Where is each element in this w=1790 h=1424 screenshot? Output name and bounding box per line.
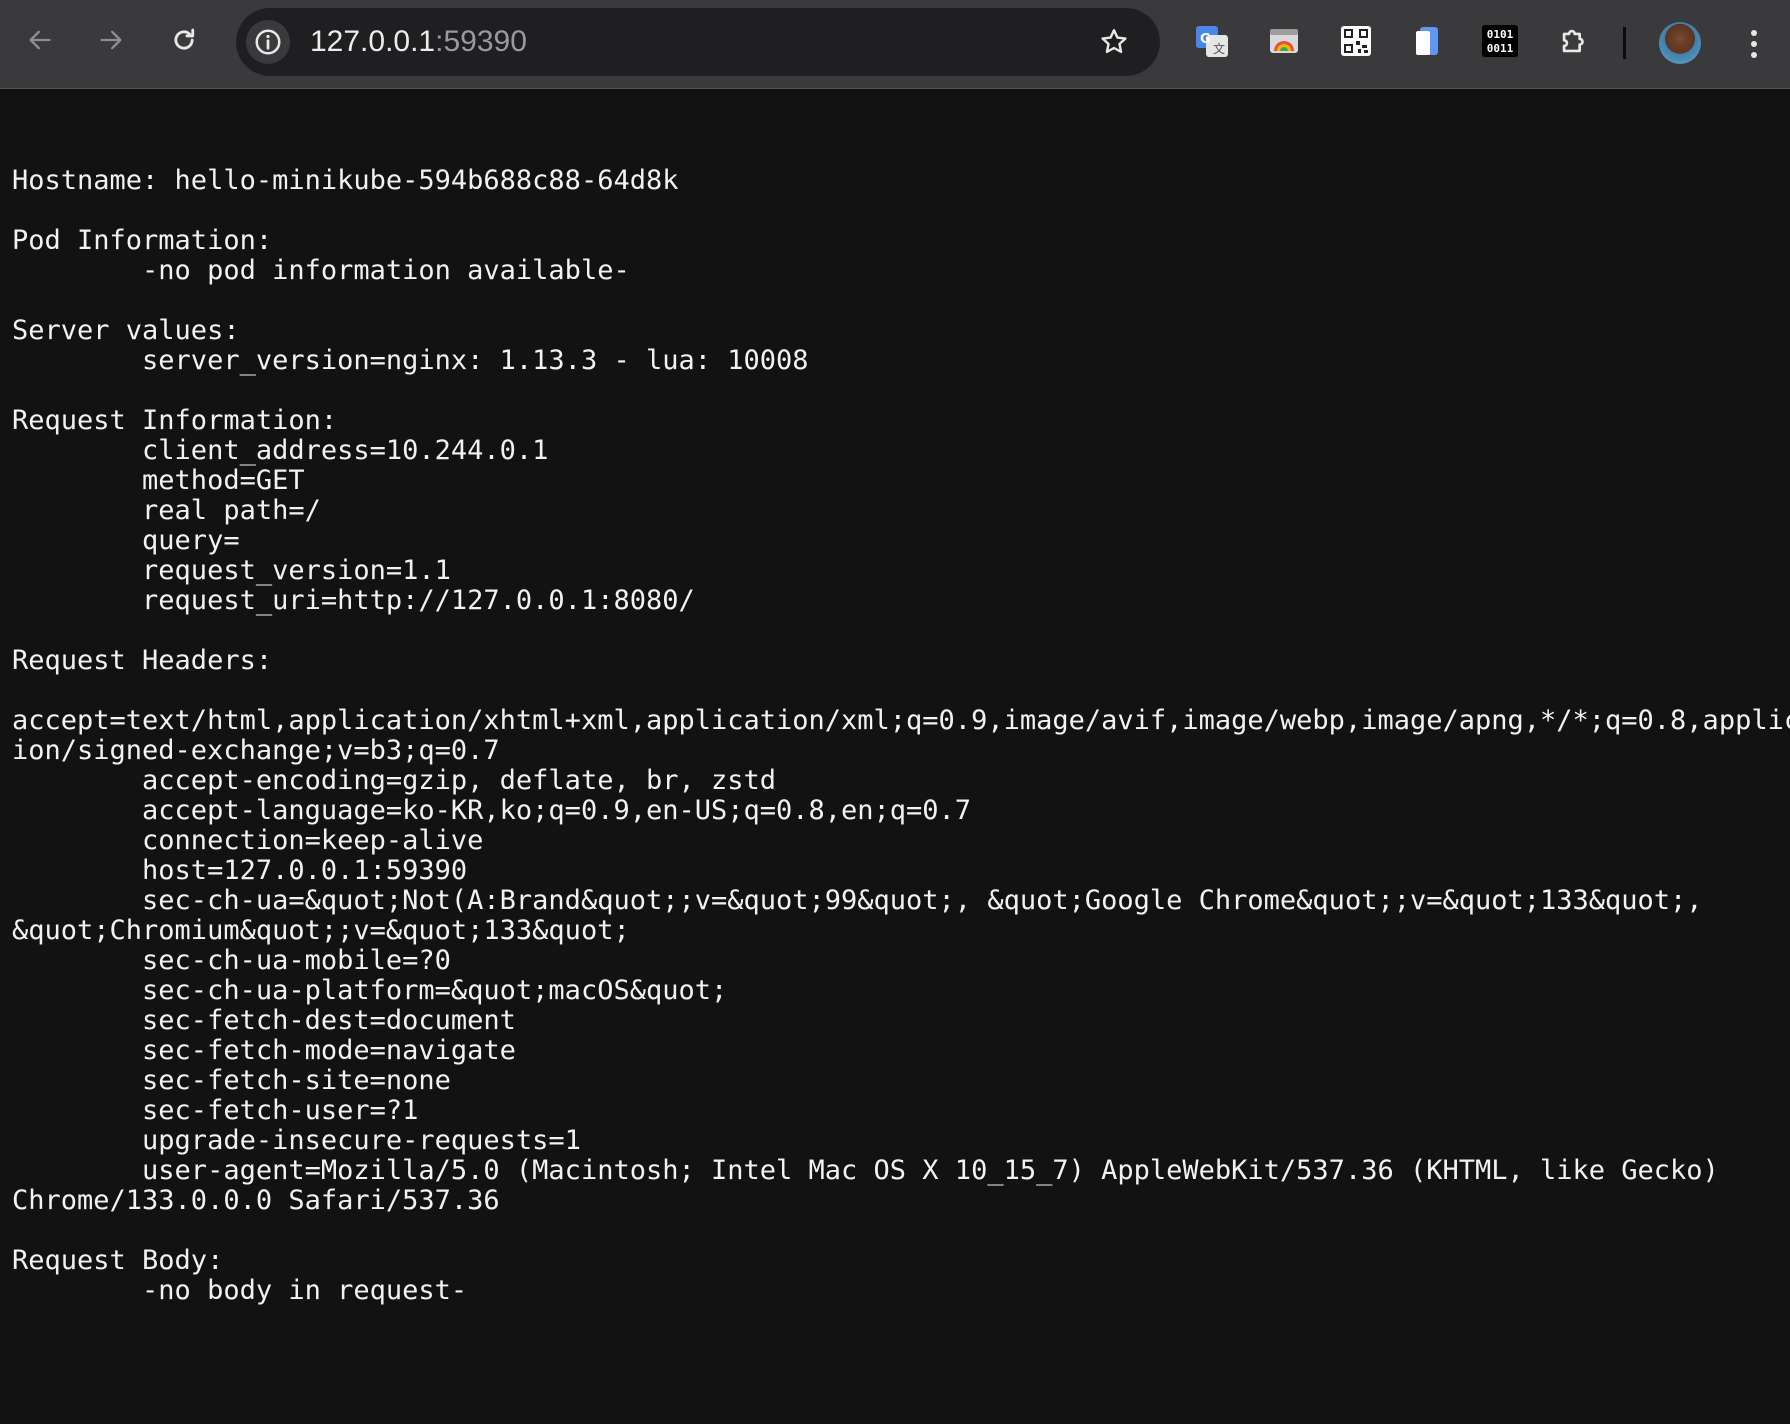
mobile-view-icon [1416,27,1438,55]
dot-icon [1751,52,1757,58]
output-line: sec-fetch-user=?1 [12,1095,419,1126]
output-line: method=GET [12,465,305,496]
output-line: Hostname: hello-minikube-594b688c88-64d8… [12,165,679,196]
svg-text:文: 文 [1213,41,1225,56]
output-line: client_address=10.244.0.1 [12,435,549,466]
site-info-button[interactable] [246,20,290,64]
svg-text:G: G [1200,32,1211,47]
back-button[interactable] [20,20,60,60]
output-line: upgrade-insecure-requests=1 [12,1125,581,1156]
output-line: accept-language=ko-KR,ko;q=0.9,en-US;q=0… [12,795,972,826]
output-line: sec-fetch-site=none [12,1065,451,1096]
output-line: real path=/ [12,495,321,526]
output-line: sec-ch-ua=&quot;Not(A:Brand&quot;;v=&quo… [12,885,1703,916]
output-line: request_version=1.1 [12,555,451,586]
arrow-right-icon [100,30,122,50]
mobile-view-extension-button[interactable] [1410,23,1446,59]
bookmark-star-button[interactable] [1096,24,1132,60]
screenshot-extension-button[interactable] [1266,23,1302,59]
address-bar[interactable]: 127.0.0.1:59390 [236,8,1160,76]
url-port: :59390 [435,25,527,58]
dot-icon [1751,30,1757,36]
output-line: accept=text/html,application/xhtml+xml,a… [12,705,1790,736]
output-line: Request Body: [12,1245,224,1276]
output-line: ion/signed-exchange;v=b3;q=0.7 [12,735,500,766]
output-line: -no body in request- [12,1275,468,1306]
more-menu-button[interactable] [1740,24,1768,64]
extensions-menu-button[interactable] [1556,23,1592,59]
reload-button[interactable] [164,20,204,60]
binary-line-1: 0101 [1487,28,1514,41]
output-line: Request Information: [12,405,338,436]
output-line: Chrome/133.0.0.0 Safari/537.36 [12,1185,500,1216]
browser-toolbar: 127.0.0.1:59390 G 文 0101 0011 [0,0,1790,89]
binary-icon: 0101 0011 [1482,25,1518,57]
url-host: 127.0.0.1 [310,25,436,58]
profile-avatar[interactable] [1659,22,1701,64]
echo-server-output: Hostname: hello-minikube-594b688c88-64d8… [12,166,1790,1306]
output-line: query= [12,525,240,556]
output-line: server_version=nginx: 1.13.3 - lua: 1000… [12,345,809,376]
output-line: &quot;Chromium&quot;;v=&quot;133&quot; [12,915,630,946]
output-line: sec-ch-ua-platform=&quot;macOS&quot; [12,975,728,1006]
output-line: Pod Information: [12,225,273,256]
qr-code-extension-button[interactable] [1338,23,1374,59]
output-line: sec-ch-ua-mobile=?0 [12,945,451,976]
reload-icon [174,28,195,50]
forward-button[interactable] [91,20,131,60]
output-line: accept-encoding=gzip, deflate, br, zstd [12,765,777,796]
dot-icon [1751,41,1757,47]
toolbar-divider [1623,27,1626,59]
output-line: request_uri=http://127.0.0.1:8080/ [12,585,695,616]
output-line: user-agent=Mozilla/5.0 (Macintosh; Intel… [12,1155,1719,1186]
output-line: connection=keep-alive [12,825,484,856]
binary-extension-button[interactable]: 0101 0011 [1482,23,1518,59]
translate-icon: G 文 [1196,26,1228,57]
binary-line-2: 0011 [1487,42,1514,55]
page-viewport: Hostname: hello-minikube-594b688c88-64d8… [0,90,1790,1424]
output-line: sec-fetch-dest=document [12,1005,516,1036]
star-icon [1101,29,1127,54]
output-line: Request Headers: [12,645,273,676]
translate-extension-button[interactable]: G 文 [1194,23,1230,59]
puzzle-icon [1562,29,1584,53]
output-line: Server values: [12,315,240,346]
output-line: host=127.0.0.1:59390 [12,855,468,886]
url-text[interactable]: 127.0.0.1:59390 [310,8,527,76]
qr-code-icon [1341,26,1371,56]
info-icon [255,29,281,55]
arrow-left-icon [29,30,51,50]
output-line: -no pod information available- [12,255,630,286]
output-line: sec-fetch-mode=navigate [12,1035,516,1066]
screenshot-icon [1270,29,1298,53]
